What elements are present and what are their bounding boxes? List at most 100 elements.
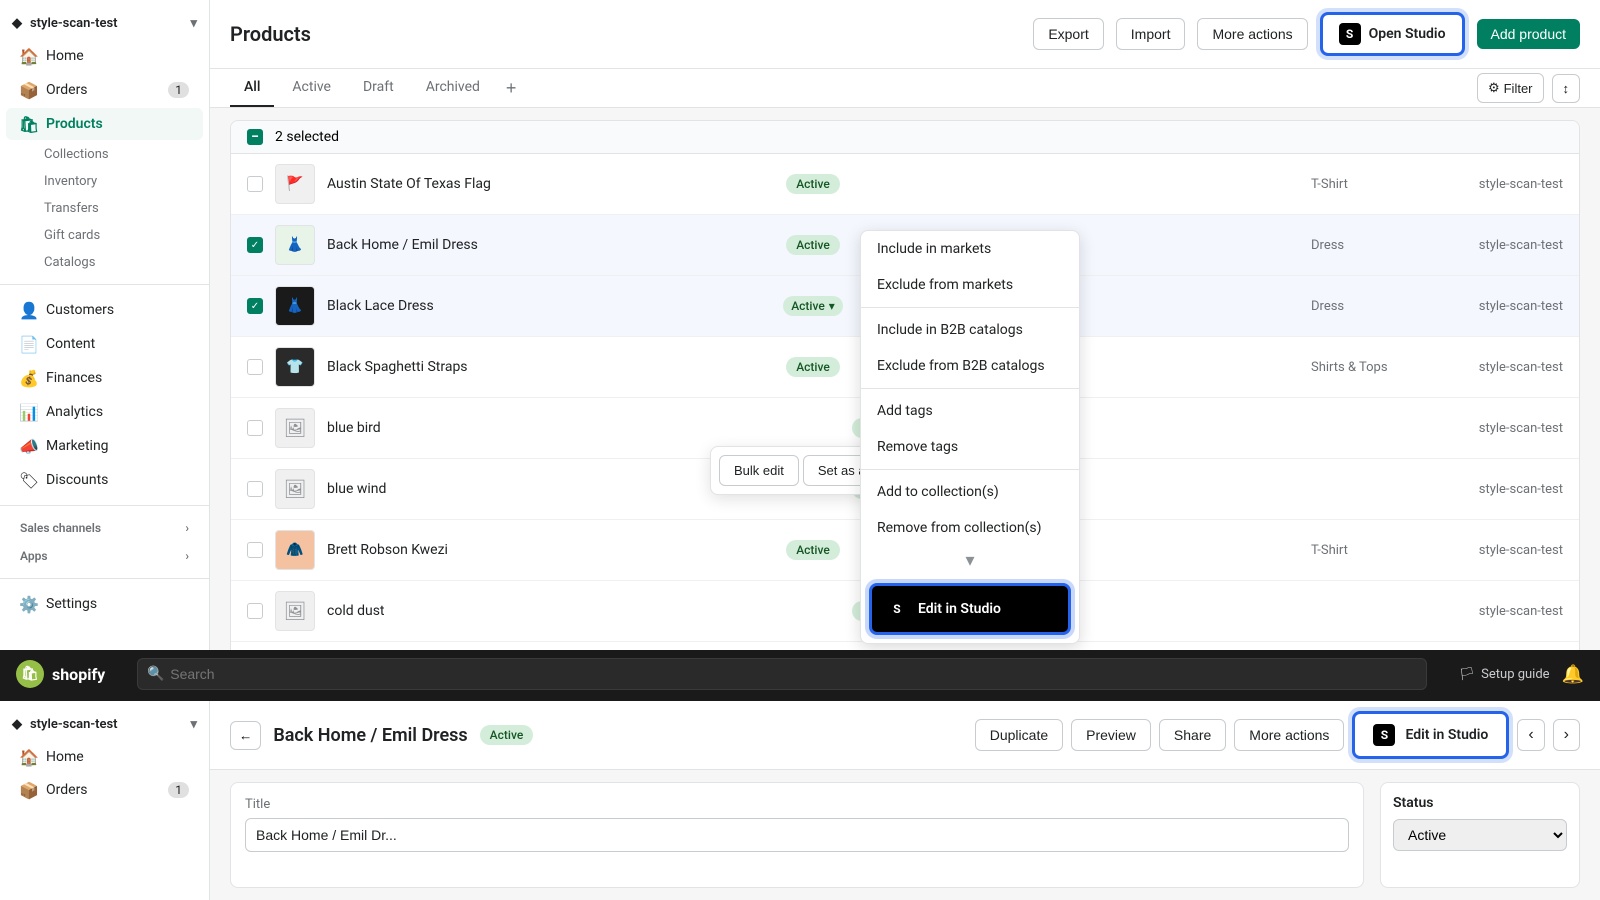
back-button[interactable]: ← <box>230 721 261 750</box>
sidebar-sub-catalogs[interactable]: Catalogs <box>6 250 203 275</box>
sidebar-sub-inventory[interactable]: Inventory <box>6 169 203 194</box>
duplicate-button[interactable]: Duplicate <box>975 719 1063 751</box>
sidebar-sub-collections[interactable]: Collections <box>6 142 203 167</box>
sidebar-item-settings[interactable]: ⚙️ Settings <box>6 588 203 620</box>
dropdown-item-remove-collection[interactable]: Remove from collection(s) <box>861 510 1079 546</box>
finances-icon: 💰 <box>20 369 38 387</box>
sidebar-item-orders[interactable]: 📦 Orders 1 <box>6 74 203 106</box>
page-header: Products Export Import More actions S Op… <box>210 0 1600 69</box>
sort-button[interactable]: ↕ <box>1552 74 1581 103</box>
row-checkbox-5[interactable] <box>247 420 263 436</box>
row-checkbox-3[interactable]: ✓ <box>247 298 263 314</box>
tab-all[interactable]: All <box>230 69 274 107</box>
tab-archived[interactable]: Archived <box>412 69 494 107</box>
shopify-bag-icon: 🛍 <box>16 660 44 688</box>
status-select[interactable]: Active Draft Archived <box>1393 819 1567 851</box>
status-badge-7: Active <box>786 540 840 560</box>
product-type-2: Dress <box>1311 238 1431 253</box>
bottom-sidebar-home[interactable]: 🏠 Home <box>6 741 203 773</box>
tab-active[interactable]: Active <box>278 69 345 107</box>
sales-channels-header[interactable]: Sales channels › <box>6 515 203 541</box>
title-field-label: Title <box>245 797 1349 812</box>
dropdown-item-exclude-b2b[interactable]: Exclude from B2B catalogs <box>861 348 1079 384</box>
add-tab-button[interactable]: + <box>498 70 525 107</box>
sidebar-item-home[interactable]: 🏠 Home <box>6 40 203 72</box>
filter-button[interactable]: ⚙ Filter <box>1477 73 1544 103</box>
apps-header[interactable]: Apps › <box>6 543 203 569</box>
dropdown-item-add-collection[interactable]: Add to collection(s) <box>861 474 1079 510</box>
sidebar-item-analytics[interactable]: 📊 Analytics <box>6 396 203 428</box>
dropdown-item-remove-tags[interactable]: Remove tags <box>861 429 1079 465</box>
dropdown-item-include-markets[interactable]: Include in markets <box>861 231 1079 267</box>
sidebar-item-label: Home <box>46 48 84 64</box>
preview-button[interactable]: Preview <box>1071 719 1151 751</box>
export-button[interactable]: Export <box>1033 18 1103 50</box>
orders-icon: 📦 <box>20 781 38 799</box>
row-checkbox-7[interactable] <box>247 542 263 558</box>
row-checkbox-1[interactable] <box>247 176 263 192</box>
edit-in-studio-bottom-button[interactable]: S Edit in Studio <box>1352 711 1509 759</box>
shopify-bar-actions: 🏳 Setup guide 🔔 <box>1459 664 1584 685</box>
sidebar-item-content[interactable]: 📄 Content <box>6 328 203 360</box>
product-name-8: cold dust <box>327 603 840 619</box>
more-actions-button[interactable]: More actions <box>1197 18 1307 50</box>
product-name-1: Austin State Of Texas Flag <box>327 176 774 192</box>
add-product-button[interactable]: Add product <box>1477 19 1581 49</box>
store-selector[interactable]: ◆ style-scan-test ▾ <box>0 8 209 39</box>
sidebar-item-finances[interactable]: 💰 Finances <box>6 362 203 394</box>
edit-in-studio-dropdown-label: Edit in Studio <box>918 601 1001 617</box>
product-type-7: T-Shirt <box>1311 543 1431 558</box>
status-badge-2: Active <box>786 235 840 255</box>
orders-icon: 📦 <box>20 81 38 99</box>
notification-icon[interactable]: 🔔 <box>1562 664 1584 685</box>
search-input[interactable] <box>137 658 1426 690</box>
bottom-product-title: Back Home / Emil Dress <box>273 725 467 746</box>
bottom-more-actions-button[interactable]: More actions <box>1234 719 1344 751</box>
prev-product-button[interactable]: ‹ <box>1517 719 1544 751</box>
row-checkbox-4[interactable] <box>247 359 263 375</box>
edit-in-studio-dropdown-button[interactable]: S Edit in Studio <box>869 583 1071 635</box>
studio-logo-dropdown-icon: S <box>886 598 908 620</box>
select-all-checkbox[interactable]: − <box>247 129 263 145</box>
filter-icon: ⚙ <box>1488 80 1500 96</box>
bottom-product-panel: ← Back Home / Emil Dress Active Duplicat… <box>210 701 1600 900</box>
open-studio-button[interactable]: S Open Studio <box>1320 12 1465 56</box>
bottom-sidebar: ◆ style-scan-test ▾ 🏠 Home 📦 Orders 1 <box>0 701 210 900</box>
product-type-3: Dress <box>1311 299 1431 314</box>
sidebar-sub-transfers[interactable]: Transfers <box>6 196 203 221</box>
dropdown-item-exclude-markets[interactable]: Exclude from markets <box>861 267 1079 303</box>
bottom-store-selector[interactable]: ◆ style-scan-test ▾ <box>0 709 209 740</box>
dropdown-item-add-tags[interactable]: Add tags <box>861 393 1079 429</box>
share-button[interactable]: Share <box>1159 719 1226 751</box>
row-checkbox-2[interactable]: ✓ <box>247 237 263 253</box>
sidebar-item-label: Customers <box>46 302 114 318</box>
title-input[interactable] <box>245 818 1349 852</box>
studio-logo-icon: S <box>1339 23 1361 45</box>
dropdown-item-include-b2b[interactable]: Include in B2B catalogs <box>861 312 1079 348</box>
product-thumbnail-8: 🖼 <box>275 591 315 631</box>
row-checkbox-6[interactable] <box>247 481 263 497</box>
product-name-4: Black Spaghetti Straps <box>327 359 774 375</box>
bottom-sidebar-orders[interactable]: 📦 Orders 1 <box>6 774 203 806</box>
status-badge-3[interactable]: Active ▾ <box>783 296 843 316</box>
next-product-button[interactable]: › <box>1553 719 1580 751</box>
content-icon: 📄 <box>20 335 38 353</box>
sidebar-item-marketing[interactable]: 📣 Marketing <box>6 430 203 462</box>
product-thumbnail-5: 🖼 <box>275 408 315 448</box>
tab-draft[interactable]: Draft <box>349 69 408 107</box>
bulk-edit-button[interactable]: Bulk edit <box>719 455 799 486</box>
row-checkbox-8[interactable] <box>247 603 263 619</box>
table-row[interactable]: 🚩 Austin State Of Texas Flag Active T-Sh… <box>231 154 1579 215</box>
sidebar-item-customers[interactable]: 👤 Customers <box>6 294 203 326</box>
products-icon: 🛍 <box>20 115 38 133</box>
shopify-bottom-bar: 🛍 shopify 🔍 🏳 Setup guide 🔔 <box>0 650 1600 698</box>
page-title: Products <box>230 22 1021 46</box>
import-button[interactable]: Import <box>1116 18 1186 50</box>
sidebar-item-products[interactable]: 🛍 Products <box>6 108 203 140</box>
product-thumbnail-3: 👗 <box>275 286 315 326</box>
sidebar-item-discounts[interactable]: 🏷 Discounts <box>6 464 203 496</box>
setup-guide-link[interactable]: 🏳 Setup guide <box>1459 667 1550 682</box>
product-name-3: Black Lace Dress <box>327 298 771 314</box>
sidebar-sub-giftcards[interactable]: Gift cards <box>6 223 203 248</box>
bottom-product-actions: Duplicate Preview Share More actions S E… <box>975 711 1580 759</box>
